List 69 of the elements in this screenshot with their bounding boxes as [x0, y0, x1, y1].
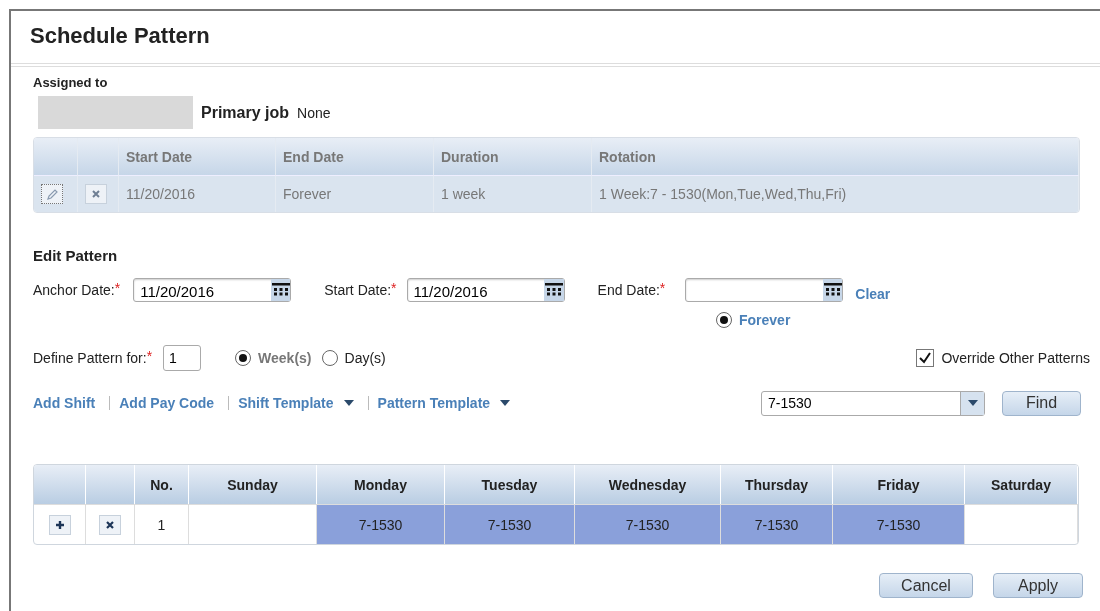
field-label: Anchor Date: — [33, 282, 115, 298]
column-header: Wednesday — [575, 465, 721, 504]
forever-option[interactable]: Forever — [739, 312, 791, 328]
required-mark: * — [114, 280, 121, 296]
clear-link[interactable]: Clear — [855, 286, 891, 302]
table-cell: 1 — [135, 504, 189, 544]
shift-cell[interactable]: 7-1530 — [721, 504, 833, 544]
required-mark: * — [391, 280, 397, 296]
radio-label: Week(s) — [258, 350, 312, 366]
search-combo[interactable]: 7-1530 — [761, 390, 985, 416]
calendar-icon[interactable] — [823, 279, 843, 301]
date-field[interactable] — [685, 278, 844, 302]
checkbox[interactable] — [916, 349, 935, 367]
field-label: End Date: — [597, 282, 660, 298]
primary-job-label: Primary job — [201, 103, 290, 122]
action-link[interactable]: Add Pay Code — [119, 395, 215, 411]
caret-icon — [500, 400, 511, 406]
search-input[interactable]: 7-1530 — [762, 391, 960, 415]
column-header: Rotation — [592, 138, 1079, 175]
column-header: Friday — [833, 465, 965, 504]
radio-button[interactable] — [235, 350, 252, 366]
table-cell: 1 Week:7 - 1530(Mon,Tue,Wed,Thu,Fri) — [592, 175, 1079, 212]
required-mark: * — [146, 348, 153, 364]
radio-label: Day(s) — [344, 350, 386, 366]
assigned-label: Assigned to — [33, 75, 109, 90]
shift-cell[interactable]: 7-1530 — [445, 504, 575, 544]
shift-cell[interactable]: 7-1530 — [833, 504, 965, 544]
shift-cell[interactable] — [965, 504, 1078, 544]
add-icon[interactable] — [48, 514, 71, 535]
calendar-icon[interactable] — [270, 279, 291, 301]
column-header: Sunday — [189, 465, 317, 504]
table-cell: 11/20/2016 — [119, 175, 276, 212]
column-header: End Date — [276, 138, 434, 175]
column-header: Thursday — [721, 465, 833, 504]
dropdown-icon[interactable] — [960, 391, 984, 415]
date-input[interactable]: 11/20/2016 — [134, 279, 271, 301]
find-button[interactable]: Find — [1002, 390, 1081, 416]
section-title: Edit Pattern — [33, 247, 119, 264]
required-mark: * — [659, 280, 666, 296]
input-field[interactable]: 1 — [163, 345, 202, 371]
column-header: No. — [135, 465, 189, 504]
caret-icon — [343, 400, 354, 406]
shift-cell[interactable]: 7-1530 — [317, 504, 445, 544]
radio-button[interactable] — [321, 350, 338, 366]
field-label: Define Pattern for: — [33, 350, 147, 366]
dialog-button[interactable]: Apply — [993, 573, 1083, 598]
action-link[interactable]: Add Shift — [33, 395, 96, 411]
column-header: Duration — [434, 138, 592, 175]
window-title: Schedule Pattern — [29, 22, 211, 50]
table-cell: 1 week — [434, 175, 592, 212]
field-label: Start Date: — [324, 282, 392, 298]
delete-icon[interactable] — [99, 514, 121, 535]
shift-cell[interactable]: 7-1530 — [575, 504, 721, 544]
date-field[interactable]: 11/20/2016 — [133, 278, 292, 302]
column-header: Saturday — [965, 465, 1078, 504]
calendar-icon[interactable] — [544, 279, 564, 301]
dialog-button[interactable]: Cancel — [879, 573, 973, 598]
column-header: Monday — [317, 465, 445, 504]
column-header: Tuesday — [445, 465, 575, 504]
edit-icon[interactable] — [41, 184, 63, 204]
menu-link[interactable]: Shift Template — [238, 395, 334, 411]
radio-button[interactable] — [716, 312, 732, 328]
date-field[interactable]: 11/20/2016 — [406, 278, 565, 302]
table-cell: Forever — [276, 175, 434, 212]
date-input[interactable]: 11/20/2016 — [407, 279, 545, 301]
menu-link[interactable]: Pattern Template — [377, 395, 491, 411]
checkbox-label: Override Other Patterns — [941, 350, 1090, 366]
column-header: Start Date — [119, 138, 276, 175]
primary-job-value: None — [297, 104, 331, 121]
